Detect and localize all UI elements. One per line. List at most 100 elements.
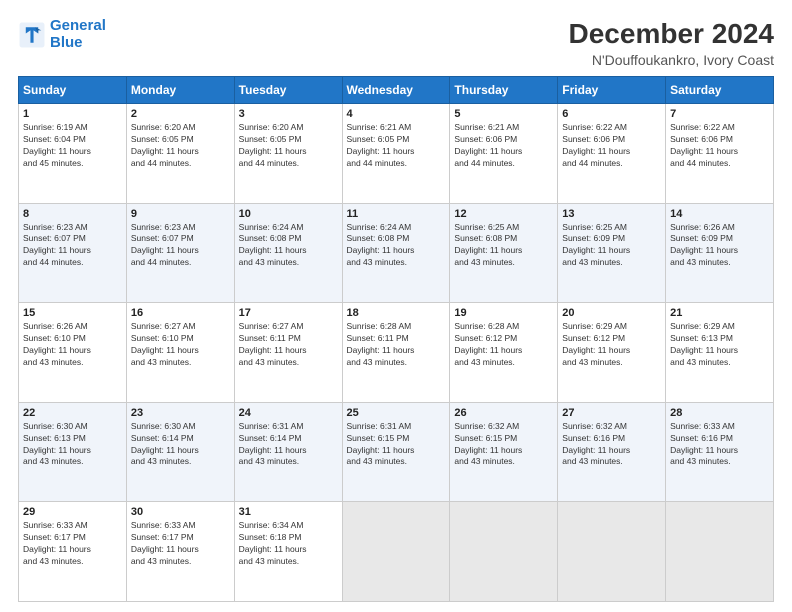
header-row: Sunday Monday Tuesday Wednesday Thursday… bbox=[19, 77, 774, 104]
calendar-cell: 28 Sunrise: 6:33 AMSunset: 6:16 PMDayligh… bbox=[666, 402, 774, 502]
day-number: 9 bbox=[131, 208, 230, 220]
calendar-cell: 1 Sunrise: 6:19 AMSunset: 6:04 PMDaylight… bbox=[19, 104, 127, 204]
logo-text: General Blue bbox=[50, 18, 106, 51]
calendar-cell: 2Sunrise: 6:20 AMSunset: 6:05 PMDaylight… bbox=[126, 104, 234, 204]
day-info: Sunrise: 6:33 AMSunset: 6:17 PMDaylight:… bbox=[131, 520, 230, 568]
day-number: 31 bbox=[239, 506, 338, 518]
day-number: 27 bbox=[562, 407, 661, 419]
calendar-cell: 11 Sunrise: 6:24 AMSunset: 6:08 PMDayligh… bbox=[342, 203, 450, 303]
calendar-cell: 22 Sunrise: 6:30 AMSunset: 6:13 PMDayligh… bbox=[19, 402, 127, 502]
calendar-cell: 4Sunrise: 6:21 AMSunset: 6:05 PMDaylight… bbox=[342, 104, 450, 204]
day-info: Sunrise: 6:19 AMSunset: 6:04 PMDaylight:… bbox=[23, 122, 122, 170]
calendar-cell: 25 Sunrise: 6:31 AMSunset: 6:15 PMDayligh… bbox=[342, 402, 450, 502]
page: General Blue December 2024 N'Douffoukank… bbox=[0, 0, 792, 612]
calendar-cell: 15 Sunrise: 6:26 AMSunset: 6:10 PMDayligh… bbox=[19, 303, 127, 403]
calendar-header: Sunday Monday Tuesday Wednesday Thursday… bbox=[19, 77, 774, 104]
logo: General Blue bbox=[18, 18, 106, 51]
day-info: Sunrise: 6:22 AMSunset: 6:06 PMDaylight:… bbox=[670, 122, 769, 170]
calendar-cell bbox=[342, 502, 450, 602]
day-number: 30 bbox=[131, 506, 230, 518]
day-info: Sunrise: 6:25 AMSunset: 6:09 PMDaylight:… bbox=[562, 222, 661, 270]
day-info: Sunrise: 6:20 AMSunset: 6:05 PMDaylight:… bbox=[239, 122, 338, 170]
calendar-cell: 17Sunrise: 6:27 AMSunset: 6:11 PMDayligh… bbox=[234, 303, 342, 403]
day-info: Sunrise: 6:34 AMSunset: 6:18 PMDaylight:… bbox=[239, 520, 338, 568]
day-info: Sunrise: 6:20 AMSunset: 6:05 PMDaylight:… bbox=[131, 122, 230, 170]
col-friday: Friday bbox=[558, 77, 666, 104]
calendar-cell: 13 Sunrise: 6:25 AMSunset: 6:09 PMDayligh… bbox=[558, 203, 666, 303]
calendar-cell: 21Sunrise: 6:29 AMSunset: 6:13 PMDayligh… bbox=[666, 303, 774, 403]
day-number: 23 bbox=[131, 407, 230, 419]
day-info: Sunrise: 6:31 AMSunset: 6:15 PMDaylight:… bbox=[347, 421, 446, 469]
col-saturday: Saturday bbox=[666, 77, 774, 104]
calendar-cell: 23Sunrise: 6:30 AMSunset: 6:14 PMDayligh… bbox=[126, 402, 234, 502]
calendar-cell: 29 Sunrise: 6:33 AMSunset: 6:17 PMDayligh… bbox=[19, 502, 127, 602]
day-info: Sunrise: 6:30 AMSunset: 6:13 PMDaylight:… bbox=[23, 421, 122, 469]
day-info: Sunrise: 6:27 AMSunset: 6:11 PMDaylight:… bbox=[239, 321, 338, 369]
day-info: Sunrise: 6:28 AMSunset: 6:11 PMDaylight:… bbox=[347, 321, 446, 369]
calendar-cell: 7 Sunrise: 6:22 AMSunset: 6:06 PMDaylight… bbox=[666, 104, 774, 204]
day-number: 29 bbox=[23, 506, 122, 518]
calendar-cell: 6Sunrise: 6:22 AMSunset: 6:06 PMDaylight… bbox=[558, 104, 666, 204]
day-number: 22 bbox=[23, 407, 122, 419]
day-number: 8 bbox=[23, 208, 122, 220]
calendar-week-5: 29 Sunrise: 6:33 AMSunset: 6:17 PMDayligh… bbox=[19, 502, 774, 602]
main-title: December 2024 bbox=[569, 18, 774, 50]
col-thursday: Thursday bbox=[450, 77, 558, 104]
day-info: Sunrise: 6:26 AMSunset: 6:10 PMDaylight:… bbox=[23, 321, 122, 369]
title-block: December 2024 N'Douffoukankro, Ivory Coa… bbox=[569, 18, 774, 68]
calendar-cell: 24Sunrise: 6:31 AMSunset: 6:14 PMDayligh… bbox=[234, 402, 342, 502]
calendar-cell: 18Sunrise: 6:28 AMSunset: 6:11 PMDayligh… bbox=[342, 303, 450, 403]
col-sunday: Sunday bbox=[19, 77, 127, 104]
day-number: 24 bbox=[239, 407, 338, 419]
day-number: 14 bbox=[670, 208, 769, 220]
day-number: 20 bbox=[562, 307, 661, 319]
calendar-cell bbox=[666, 502, 774, 602]
day-number: 28 bbox=[670, 407, 769, 419]
day-info: Sunrise: 6:21 AMSunset: 6:06 PMDaylight:… bbox=[454, 122, 553, 170]
calendar-cell: 27Sunrise: 6:32 AMSunset: 6:16 PMDayligh… bbox=[558, 402, 666, 502]
day-number: 26 bbox=[454, 407, 553, 419]
subtitle: N'Douffoukankro, Ivory Coast bbox=[569, 52, 774, 68]
calendar-cell: 30 Sunrise: 6:33 AMSunset: 6:17 PMDayligh… bbox=[126, 502, 234, 602]
day-info: Sunrise: 6:23 AMSunset: 6:07 PMDaylight:… bbox=[131, 222, 230, 270]
day-number: 21 bbox=[670, 307, 769, 319]
header: General Blue December 2024 N'Douffoukank… bbox=[18, 18, 774, 68]
calendar-week-4: 22 Sunrise: 6:30 AMSunset: 6:13 PMDayligh… bbox=[19, 402, 774, 502]
calendar-body: 1 Sunrise: 6:19 AMSunset: 6:04 PMDaylight… bbox=[19, 104, 774, 602]
day-info: Sunrise: 6:28 AMSunset: 6:12 PMDaylight:… bbox=[454, 321, 553, 369]
calendar-cell bbox=[450, 502, 558, 602]
day-info: Sunrise: 6:21 AMSunset: 6:05 PMDaylight:… bbox=[347, 122, 446, 170]
day-info: Sunrise: 6:32 AMSunset: 6:15 PMDaylight:… bbox=[454, 421, 553, 469]
day-number: 25 bbox=[347, 407, 446, 419]
calendar-cell: 16 Sunrise: 6:27 AMSunset: 6:10 PMDayligh… bbox=[126, 303, 234, 403]
day-info: Sunrise: 6:27 AMSunset: 6:10 PMDaylight:… bbox=[131, 321, 230, 369]
calendar-cell: 12 Sunrise: 6:25 AMSunset: 6:08 PMDayligh… bbox=[450, 203, 558, 303]
logo-icon bbox=[18, 21, 46, 49]
calendar-cell: 10Sunrise: 6:24 AMSunset: 6:08 PMDayligh… bbox=[234, 203, 342, 303]
calendar-cell: 14 Sunrise: 6:26 AMSunset: 6:09 PMDayligh… bbox=[666, 203, 774, 303]
day-info: Sunrise: 6:25 AMSunset: 6:08 PMDaylight:… bbox=[454, 222, 553, 270]
day-number: 12 bbox=[454, 208, 553, 220]
calendar-cell: 19 Sunrise: 6:28 AMSunset: 6:12 PMDayligh… bbox=[450, 303, 558, 403]
day-number: 19 bbox=[454, 307, 553, 319]
calendar-cell bbox=[558, 502, 666, 602]
calendar-cell: 20Sunrise: 6:29 AMSunset: 6:12 PMDayligh… bbox=[558, 303, 666, 403]
day-number: 6 bbox=[562, 108, 661, 120]
day-info: Sunrise: 6:33 AMSunset: 6:17 PMDaylight:… bbox=[23, 520, 122, 568]
day-number: 13 bbox=[562, 208, 661, 220]
calendar-cell: 9 Sunrise: 6:23 AMSunset: 6:07 PMDaylight… bbox=[126, 203, 234, 303]
day-info: Sunrise: 6:26 AMSunset: 6:09 PMDaylight:… bbox=[670, 222, 769, 270]
day-info: Sunrise: 6:24 AMSunset: 6:08 PMDaylight:… bbox=[347, 222, 446, 270]
day-number: 11 bbox=[347, 208, 446, 220]
day-number: 1 bbox=[23, 108, 122, 120]
day-info: Sunrise: 6:33 AMSunset: 6:16 PMDaylight:… bbox=[670, 421, 769, 469]
day-number: 15 bbox=[23, 307, 122, 319]
day-number: 16 bbox=[131, 307, 230, 319]
day-number: 3 bbox=[239, 108, 338, 120]
calendar-cell: 5Sunrise: 6:21 AMSunset: 6:06 PMDaylight… bbox=[450, 104, 558, 204]
day-number: 10 bbox=[239, 208, 338, 220]
col-monday: Monday bbox=[126, 77, 234, 104]
col-wednesday: Wednesday bbox=[342, 77, 450, 104]
calendar-cell: 26 Sunrise: 6:32 AMSunset: 6:15 PMDayligh… bbox=[450, 402, 558, 502]
day-number: 7 bbox=[670, 108, 769, 120]
